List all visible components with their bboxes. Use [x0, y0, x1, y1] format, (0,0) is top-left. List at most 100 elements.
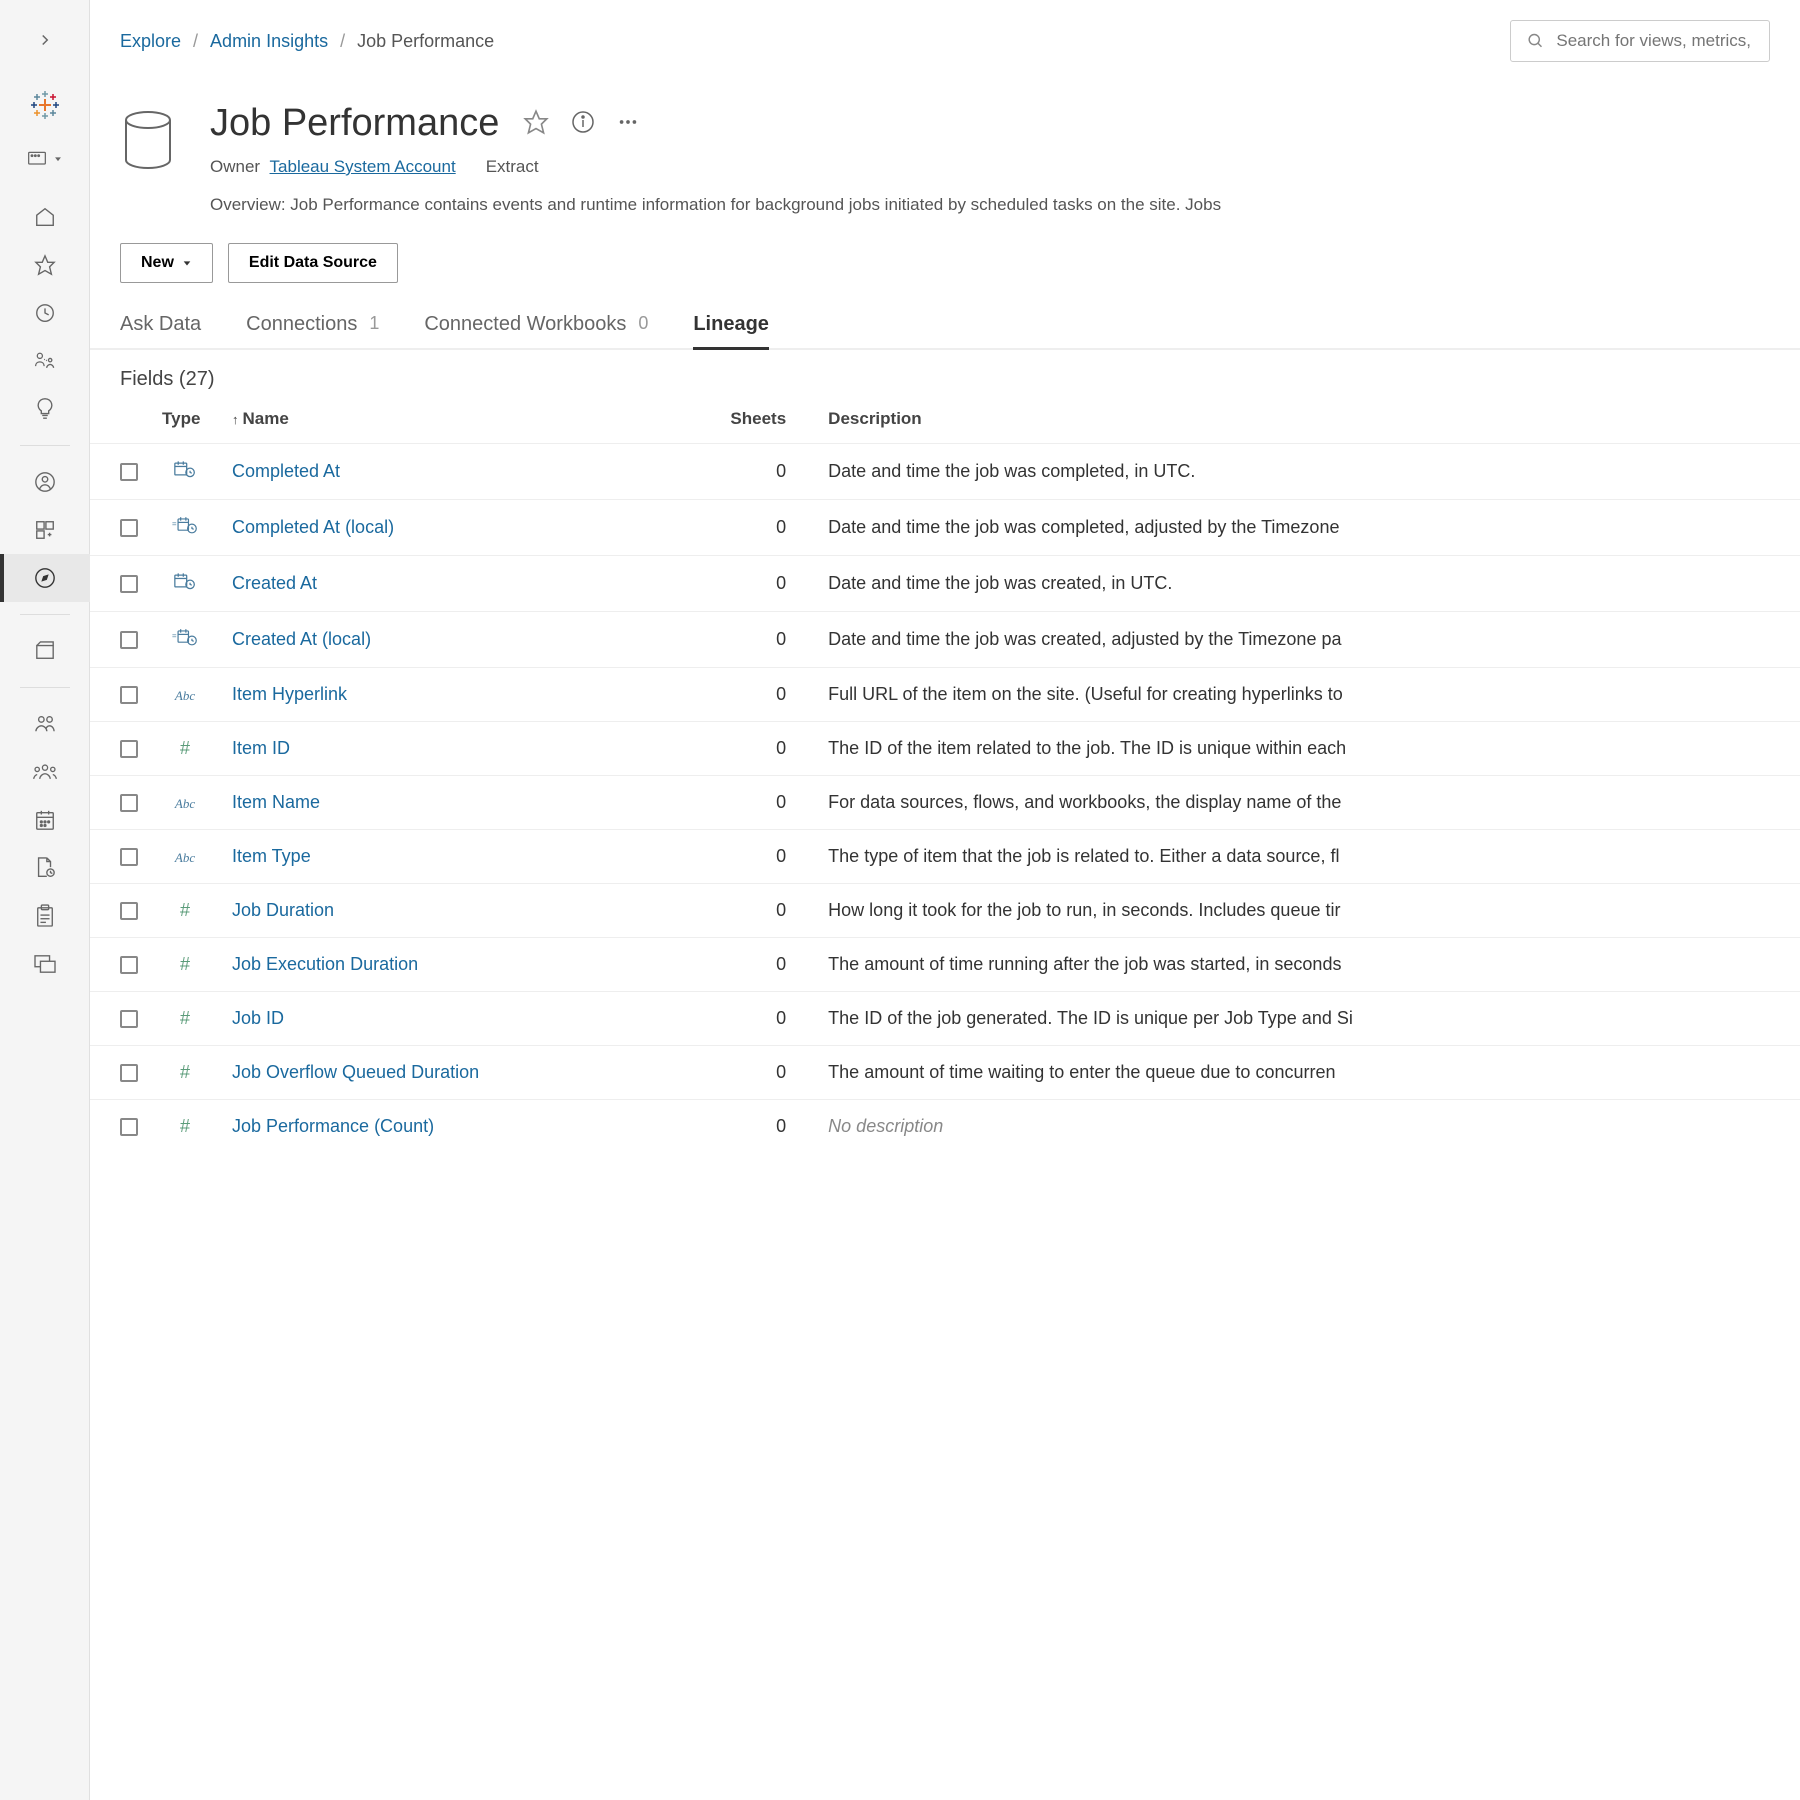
sidebar-groups[interactable] — [0, 748, 90, 796]
favorite-star-icon[interactable] — [523, 109, 549, 138]
sidebar-favorites[interactable] — [0, 241, 90, 289]
row-checkbox[interactable] — [120, 1118, 138, 1136]
topbar: Explore / Admin Insights / Job Performan… — [90, 0, 1800, 72]
field-description: The amount of time running after the job… — [816, 938, 1800, 992]
field-name-link[interactable]: Completed At — [232, 461, 340, 481]
field-sheets-count: 0 — [706, 444, 816, 500]
more-actions-icon[interactable] — [617, 111, 639, 136]
search-box[interactable] — [1510, 20, 1770, 62]
col-header-type[interactable]: Type — [150, 399, 220, 444]
sidebar-users[interactable] — [0, 700, 90, 748]
tab-label: Lineage — [693, 313, 769, 336]
field-sheets-count: 0 — [706, 612, 816, 668]
table-row: =Created At (local)0Date and time the jo… — [90, 612, 1800, 668]
tab-connected-workbooks[interactable]: Connected Workbooks 0 — [424, 303, 648, 348]
sidebar-tasks[interactable] — [0, 892, 90, 940]
type-number-icon: # — [180, 900, 190, 920]
field-description: No description — [816, 1100, 1800, 1154]
tabs: Ask Data Connections 1 Connected Workboo… — [90, 303, 1800, 350]
field-name-link[interactable]: Item Type — [232, 846, 311, 866]
field-description: The amount of time waiting to enter the … — [816, 1046, 1800, 1100]
breadcrumb: Explore / Admin Insights / Job Performan… — [120, 31, 1490, 52]
field-name-link[interactable]: Created At (local) — [232, 629, 371, 649]
sidebar-expand-button[interactable] — [25, 20, 65, 60]
field-name-link[interactable]: Item Hyperlink — [232, 684, 347, 704]
tab-connections[interactable]: Connections 1 — [246, 303, 379, 348]
action-buttons: New Edit Data Source — [90, 235, 1800, 303]
col-header-name[interactable]: ↑Name — [220, 399, 706, 444]
field-sheets-count: 0 — [706, 668, 816, 722]
type-datetime-calc-icon: = — [172, 522, 198, 537]
type-string-icon: Abc — [175, 850, 195, 865]
field-description: For data sources, flows, and workbooks, … — [816, 776, 1800, 830]
sidebar-recommendations[interactable] — [0, 385, 90, 433]
row-checkbox[interactable] — [120, 848, 138, 866]
row-checkbox[interactable] — [120, 902, 138, 920]
field-description: Date and time the job was created, adjus… — [816, 612, 1800, 668]
tab-label: Ask Data — [120, 313, 201, 336]
breadcrumb-admin-insights[interactable]: Admin Insights — [210, 31, 328, 52]
sidebar-external-assets[interactable] — [0, 627, 90, 675]
row-checkbox[interactable] — [120, 631, 138, 649]
field-sheets-count: 0 — [706, 938, 816, 992]
field-name-link[interactable]: Completed At (local) — [232, 517, 394, 537]
field-description: How long it took for the job to run, in … — [816, 884, 1800, 938]
field-name-link[interactable]: Item ID — [232, 738, 290, 758]
new-button[interactable]: New — [120, 243, 213, 283]
tableau-logo-icon[interactable] — [25, 85, 65, 125]
row-checkbox[interactable] — [120, 686, 138, 704]
sidebar-home[interactable] — [0, 193, 90, 241]
tab-ask-data[interactable]: Ask Data — [120, 303, 201, 348]
sidebar-recents[interactable] — [0, 289, 90, 337]
breadcrumb-explore[interactable]: Explore — [120, 31, 181, 52]
type-string-icon: Abc — [175, 796, 195, 811]
sidebar-status[interactable] — [0, 940, 90, 988]
table-row: #Item ID0The ID of the item related to t… — [90, 722, 1800, 776]
search-input[interactable] — [1556, 31, 1753, 51]
col-header-sheets[interactable]: Sheets — [706, 399, 816, 444]
row-checkbox[interactable] — [120, 463, 138, 481]
field-name-link[interactable]: Job Execution Duration — [232, 954, 418, 974]
type-number-icon: # — [180, 1116, 190, 1136]
row-checkbox[interactable] — [120, 740, 138, 758]
row-checkbox[interactable] — [120, 519, 138, 537]
sidebar-jobs[interactable] — [0, 844, 90, 892]
row-checkbox[interactable] — [120, 956, 138, 974]
table-row: # Job Duration 0How long it took for the j… — [90, 884, 1800, 938]
field-description: Date and time the job was completed, adj… — [816, 500, 1800, 556]
tab-lineage[interactable]: Lineage — [693, 303, 769, 348]
field-name-link[interactable]: Created At — [232, 573, 317, 593]
field-description: Full URL of the item on the site. (Usefu… — [816, 668, 1800, 722]
field-name-link[interactable]: Job ID — [232, 1008, 284, 1028]
field-name-link[interactable]: Job Performance (Count) — [232, 1116, 434, 1136]
sidebar-collections[interactable] — [0, 506, 90, 554]
row-checkbox[interactable] — [120, 1010, 138, 1028]
owner-label: Owner — [210, 157, 260, 176]
field-name-link[interactable]: Job Overflow Queued Duration — [232, 1062, 479, 1082]
sidebar-divider — [20, 445, 70, 446]
table-row: #Job Execution Duration0The amount of ti… — [90, 938, 1800, 992]
header-content: Job Performance Owner Tableau Sys — [210, 102, 1221, 215]
row-checkbox[interactable] — [120, 794, 138, 812]
fields-table: Type ↑Name Sheets Description Completed … — [90, 399, 1800, 1800]
field-sheets-count: 0 — [706, 884, 816, 938]
table-row: #Job Performance (Count)0No description — [90, 1100, 1800, 1154]
chevron-down-icon — [182, 258, 192, 268]
col-header-description[interactable]: Description — [816, 399, 1800, 444]
row-checkbox[interactable] — [120, 1064, 138, 1082]
edit-data-source-button[interactable]: Edit Data Source — [228, 243, 398, 283]
sidebar-shared[interactable] — [0, 337, 90, 385]
sidebar-schedules[interactable] — [0, 796, 90, 844]
table-row: Created At0Date and time the job was cre… — [90, 556, 1800, 612]
sidebar-explore[interactable] — [0, 554, 90, 602]
info-icon[interactable] — [571, 110, 595, 137]
field-name-link[interactable]: Job Duration — [232, 900, 334, 920]
sidebar-server-dropdown[interactable] — [27, 150, 63, 168]
svg-text:=: = — [172, 520, 177, 529]
page-title: Job Performance — [210, 102, 499, 145]
field-name-link[interactable]: Item Name — [232, 792, 320, 812]
owner-link[interactable]: Tableau System Account — [270, 157, 456, 176]
row-checkbox[interactable] — [120, 575, 138, 593]
sidebar-personal[interactable] — [0, 458, 90, 506]
table-row: #Job Overflow Queued Duration0The amount… — [90, 1046, 1800, 1100]
